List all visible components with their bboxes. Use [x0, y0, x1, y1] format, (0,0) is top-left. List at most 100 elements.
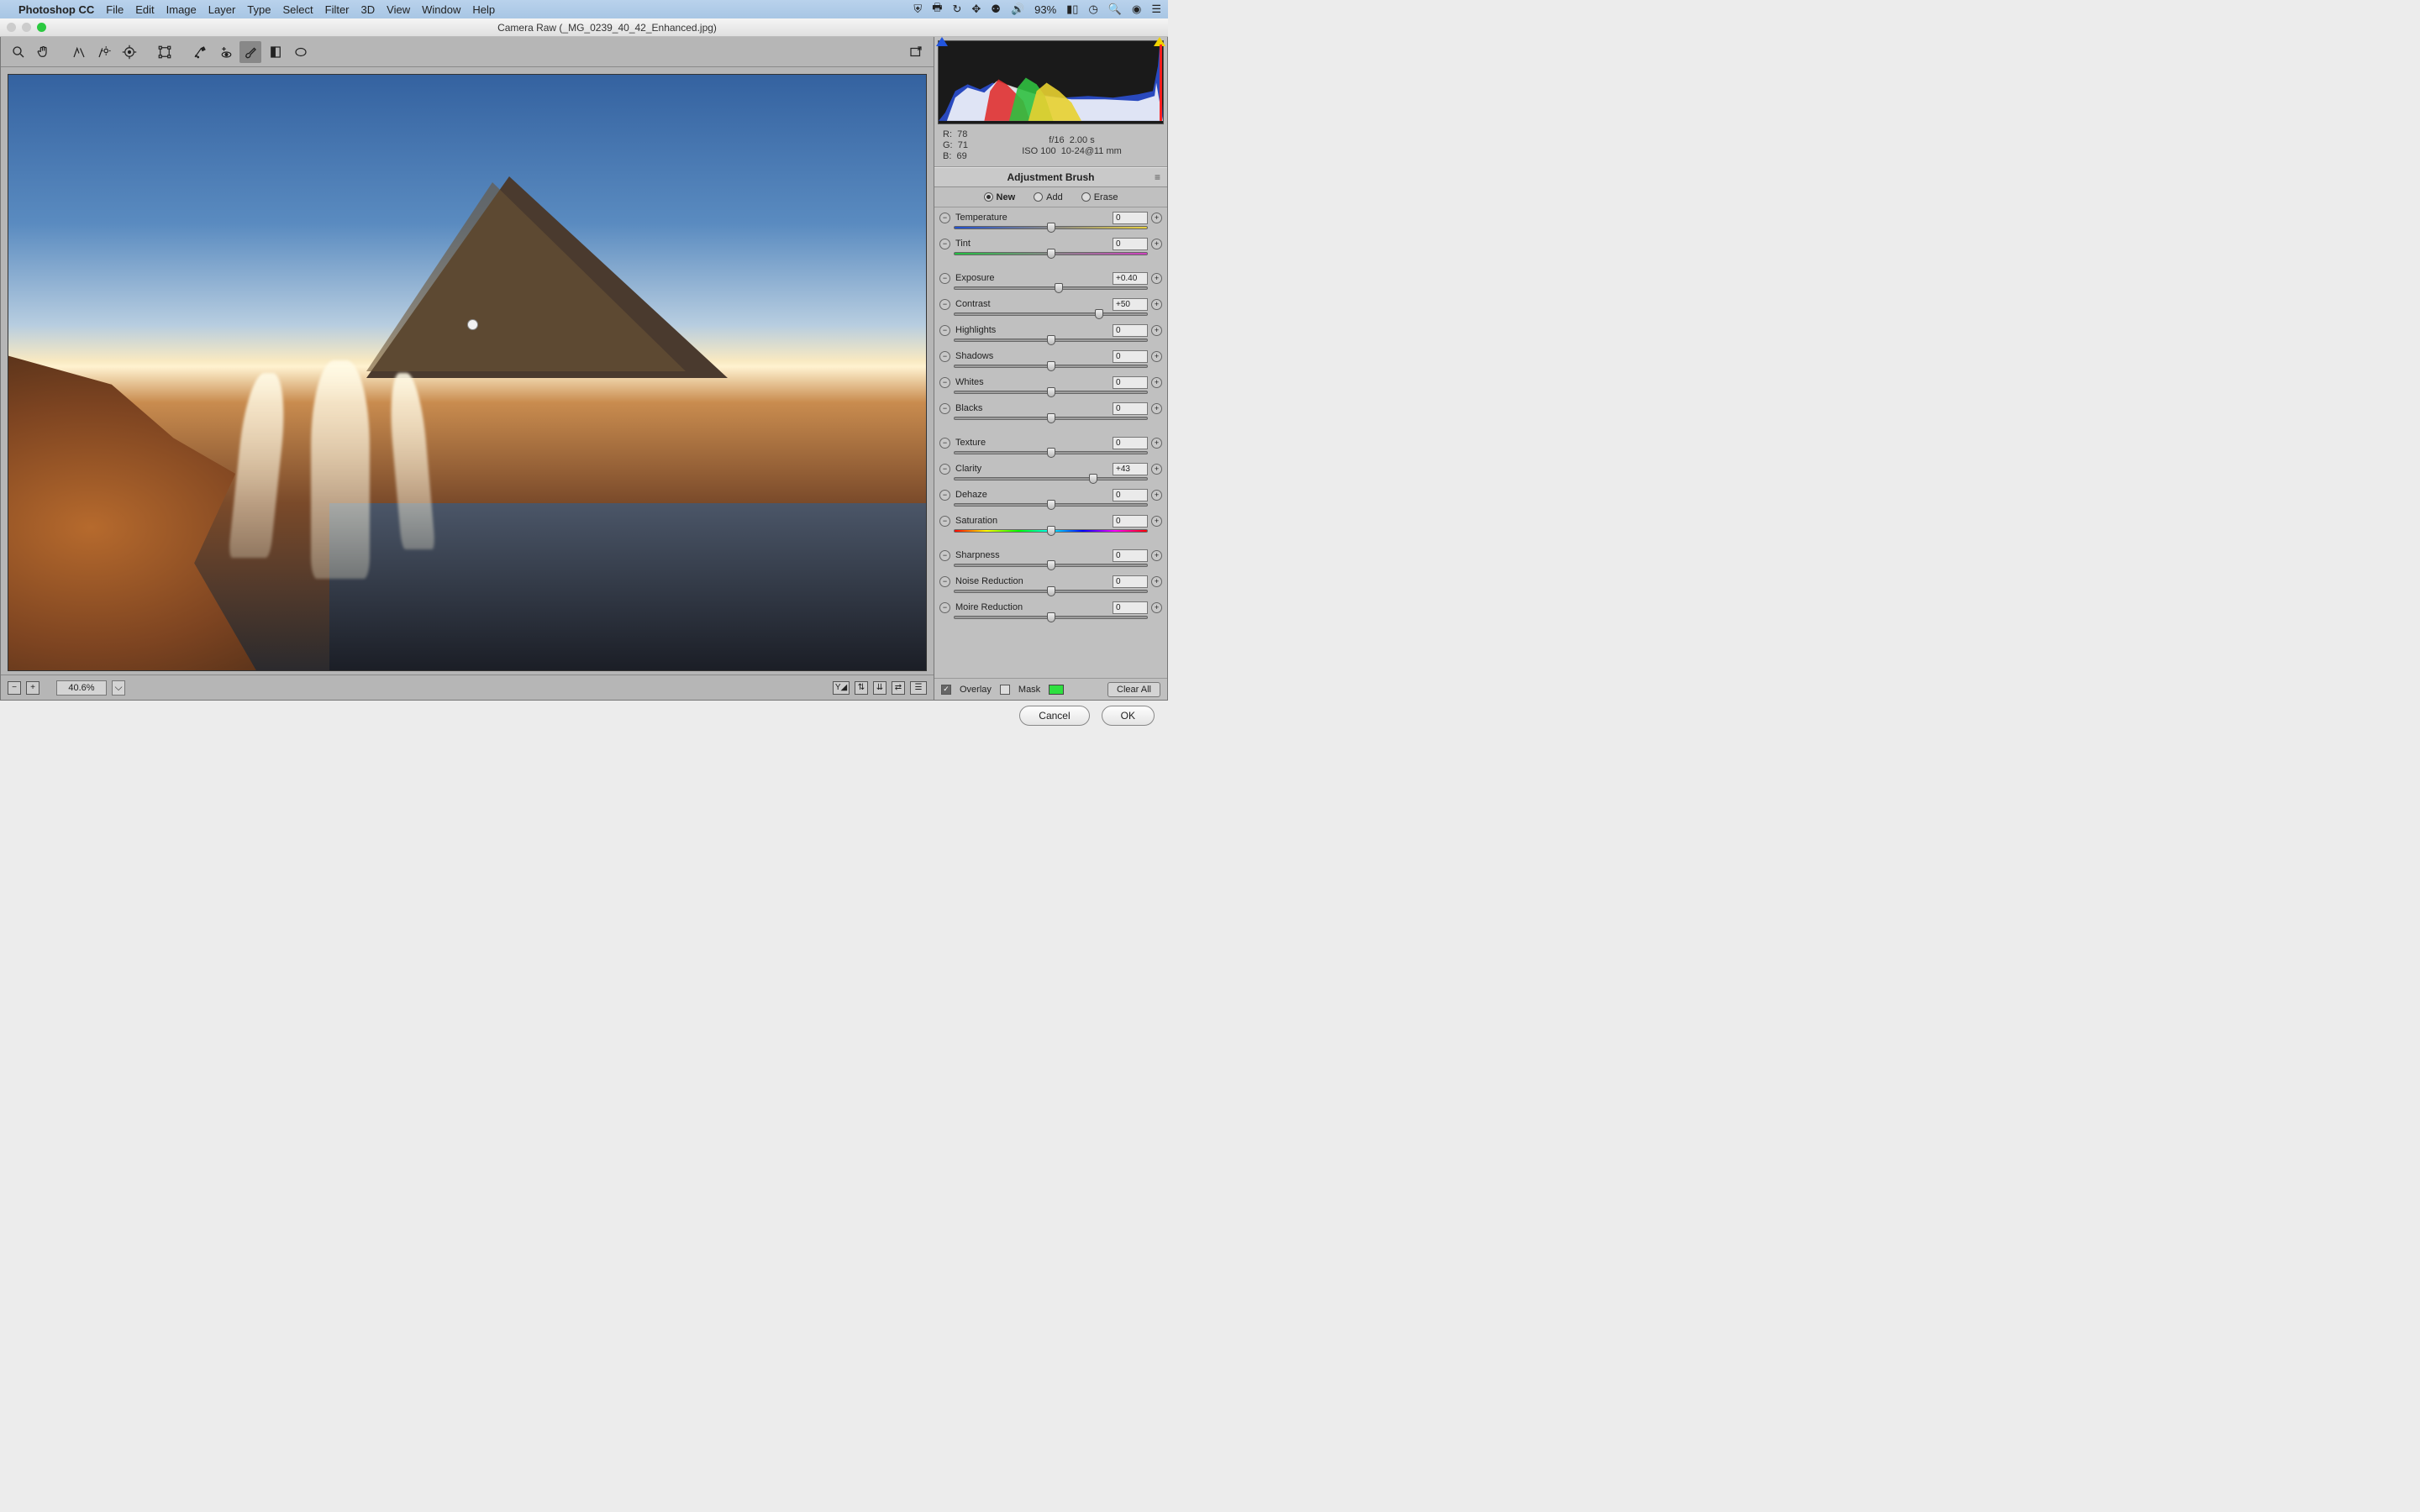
clear-all-button[interactable]: Clear All — [1107, 682, 1160, 697]
zoom-dropdown[interactable]: ⌵ — [112, 680, 125, 696]
noise-thumb[interactable] — [1047, 586, 1055, 596]
tint-slider[interactable] — [954, 252, 1148, 255]
contrast-value[interactable]: +50 — [1113, 298, 1148, 311]
menu-filter[interactable]: Filter — [325, 3, 350, 16]
filmstrip-collapse-button[interactable]: − — [8, 681, 21, 695]
mode-add[interactable]: Add — [1034, 192, 1063, 202]
menu-window[interactable]: Window — [422, 3, 460, 16]
texture-minus-button[interactable]: − — [939, 438, 950, 449]
before-after-button[interactable]: Y◢ — [833, 681, 850, 695]
battery-icon[interactable]: ▮▯ — [1066, 3, 1078, 16]
sharpness-value[interactable]: 0 — [1113, 549, 1148, 562]
window-minimize-button[interactable] — [22, 23, 31, 32]
tint-plus-button[interactable]: + — [1151, 239, 1162, 249]
shadows-plus-button[interactable]: + — [1151, 351, 1162, 362]
whites-thumb[interactable] — [1047, 387, 1055, 397]
clarity-value[interactable]: +43 — [1113, 463, 1148, 475]
moire-thumb[interactable] — [1047, 612, 1055, 622]
sharpness-minus-button[interactable]: − — [939, 550, 950, 561]
whites-slider[interactable] — [954, 391, 1148, 394]
whites-value[interactable]: 0 — [1113, 376, 1148, 389]
exposure-slider[interactable] — [954, 286, 1148, 290]
menu-3d[interactable]: 3D — [361, 3, 376, 16]
menu-image[interactable]: Image — [166, 3, 197, 16]
window-close-button[interactable] — [7, 23, 16, 32]
blacks-plus-button[interactable]: + — [1151, 403, 1162, 414]
noise-value[interactable]: 0 — [1113, 575, 1148, 588]
texture-thumb[interactable] — [1047, 448, 1055, 458]
temperature-thumb[interactable] — [1047, 223, 1055, 233]
saturation-thumb[interactable] — [1047, 526, 1055, 536]
mask-color-swatch[interactable] — [1049, 685, 1064, 695]
noise-plus-button[interactable]: + — [1151, 576, 1162, 587]
menu-view[interactable]: View — [387, 3, 410, 16]
overlay-checkbox[interactable]: ✓ — [941, 685, 951, 695]
menu-app[interactable]: Photoshop CC — [18, 3, 94, 16]
blacks-slider[interactable] — [954, 417, 1148, 420]
menu-help[interactable]: Help — [472, 3, 495, 16]
dehaze-plus-button[interactable]: + — [1151, 490, 1162, 501]
sharpness-plus-button[interactable]: + — [1151, 550, 1162, 561]
contrast-slider[interactable] — [954, 312, 1148, 316]
panel-menu-icon[interactable]: ≡ — [1155, 171, 1160, 183]
transform-tool[interactable] — [154, 41, 176, 63]
volume-icon[interactable]: 🔊 — [1011, 3, 1024, 16]
adjustment-pin[interactable] — [467, 319, 478, 330]
temperature-slider[interactable] — [954, 226, 1148, 229]
exposure-plus-button[interactable]: + — [1151, 273, 1162, 284]
spotlight-icon[interactable]: 🔍 — [1108, 3, 1122, 16]
temperature-plus-button[interactable]: + — [1151, 213, 1162, 223]
contrast-thumb[interactable] — [1095, 309, 1103, 319]
texture-slider[interactable] — [954, 451, 1148, 454]
temperature-value[interactable]: 0 — [1113, 212, 1148, 224]
preferences-button[interactable]: ☰ — [910, 681, 927, 695]
menu-edit[interactable]: Edit — [135, 3, 154, 16]
contrast-minus-button[interactable]: − — [939, 299, 950, 310]
blacks-minus-button[interactable]: − — [939, 403, 950, 414]
highlights-plus-button[interactable]: + — [1151, 325, 1162, 336]
dehaze-minus-button[interactable]: − — [939, 490, 950, 501]
wifi-icon[interactable]: ⚉ — [991, 3, 1001, 16]
texture-value[interactable]: 0 — [1113, 437, 1148, 449]
dehaze-value[interactable]: 0 — [1113, 489, 1148, 501]
sharpness-slider[interactable] — [954, 564, 1148, 567]
targeted-adjustment-tool[interactable] — [118, 41, 140, 63]
highlights-thumb[interactable] — [1047, 335, 1055, 345]
mask-checkbox[interactable] — [1000, 685, 1010, 695]
menu-select[interactable]: Select — [282, 3, 313, 16]
red-eye-tool[interactable] — [214, 41, 236, 63]
shield-icon[interactable]: ⛨ — [913, 3, 922, 16]
shadows-value[interactable]: 0 — [1113, 350, 1148, 363]
color-sampler-tool[interactable] — [93, 41, 115, 63]
menu-type[interactable]: Type — [247, 3, 271, 16]
window-zoom-button[interactable] — [37, 23, 46, 32]
noise-slider[interactable] — [954, 590, 1148, 593]
moire-minus-button[interactable]: − — [939, 602, 950, 613]
copy-settings-button[interactable]: ⇊ — [873, 681, 886, 695]
ok-button[interactable]: OK — [1102, 706, 1155, 726]
shadows-minus-button[interactable]: − — [939, 351, 950, 362]
saturation-plus-button[interactable]: + — [1151, 516, 1162, 527]
cancel-button[interactable]: Cancel — [1019, 706, 1089, 726]
toggle-settings-button[interactable]: ⇄ — [892, 681, 905, 695]
menu-file[interactable]: File — [106, 3, 124, 16]
clarity-plus-button[interactable]: + — [1151, 464, 1162, 475]
dehaze-slider[interactable] — [954, 503, 1148, 507]
exposure-thumb[interactable] — [1055, 283, 1063, 293]
tint-minus-button[interactable]: − — [939, 239, 950, 249]
filmstrip-expand-button[interactable]: + — [26, 681, 39, 695]
timemachine-icon[interactable]: ↻ — [952, 3, 961, 16]
whites-plus-button[interactable]: + — [1151, 377, 1162, 388]
highlights-minus-button[interactable]: − — [939, 325, 950, 336]
saturation-value[interactable]: 0 — [1113, 515, 1148, 528]
moire-plus-button[interactable]: + — [1151, 602, 1162, 613]
notifications-icon[interactable]: ☰ — [1151, 3, 1161, 16]
image-preview[interactable] — [8, 74, 927, 671]
contrast-plus-button[interactable]: + — [1151, 299, 1162, 310]
dehaze-thumb[interactable] — [1047, 500, 1055, 510]
clock-icon[interactable]: ◷ — [1088, 3, 1097, 16]
saturation-slider[interactable] — [954, 529, 1148, 533]
highlights-slider[interactable] — [954, 339, 1148, 342]
noise-minus-button[interactable]: − — [939, 576, 950, 587]
white-balance-tool[interactable] — [68, 41, 90, 63]
